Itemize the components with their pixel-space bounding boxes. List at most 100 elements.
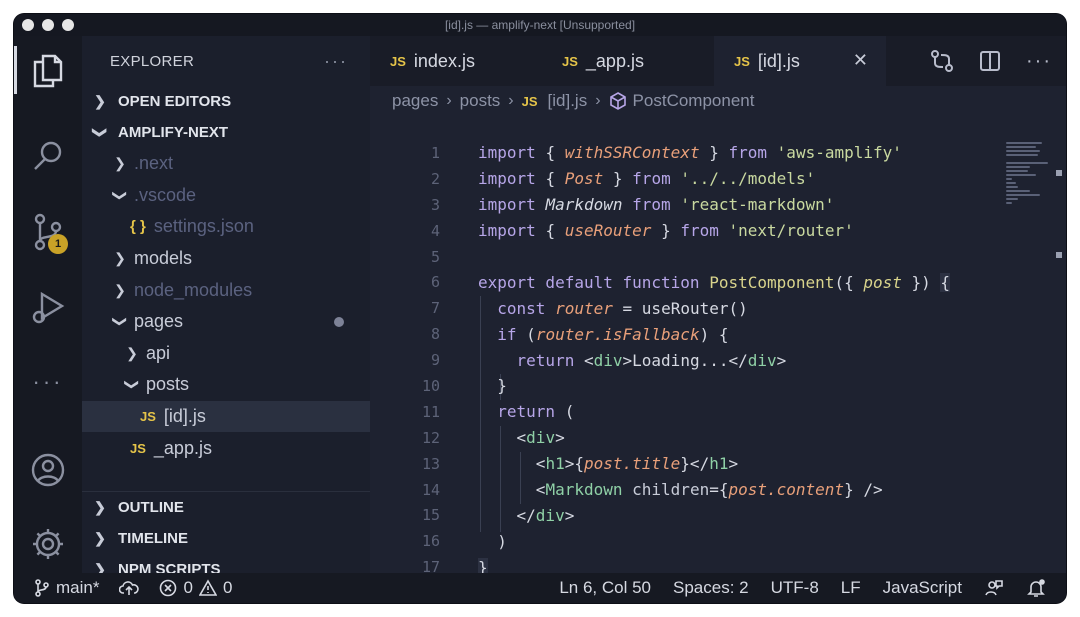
notifications-bell-icon[interactable] bbox=[1026, 578, 1046, 598]
code-line: 3 import Markdown from 'react-markdown' bbox=[430, 195, 835, 215]
close-tab-button[interactable]: ✕ bbox=[853, 50, 868, 71]
tree-item-app-js[interactable]: JS _app.js bbox=[82, 432, 370, 464]
chevron-down-icon: ❯ bbox=[124, 379, 141, 391]
code-line: 5 bbox=[430, 247, 440, 266]
breadcrumb-symbol[interactable]: PostComponent bbox=[633, 91, 755, 111]
chevron-right-icon: › bbox=[508, 92, 514, 109]
project-section[interactable]: ❯ AMPLIFY-NEXT bbox=[82, 117, 370, 148]
warning-count: 0 bbox=[222, 578, 233, 597]
code-line: 8 if (router.isFallback) { bbox=[430, 324, 729, 344]
encoding-status[interactable]: UTF-8 bbox=[771, 578, 819, 598]
tree-item-vscode[interactable]: ❯ .vscode bbox=[82, 180, 370, 212]
tree-item-settings-json[interactable]: { } settings.json bbox=[82, 211, 370, 243]
explorer-title: EXPLORER bbox=[110, 52, 195, 70]
run-debug-icon bbox=[32, 291, 65, 324]
breadcrumb-posts[interactable]: posts bbox=[460, 91, 501, 111]
code-editor[interactable]: 1 import { withSSRContext } from 'aws-amp… bbox=[370, 140, 990, 592]
chevron-down-icon: ❯ bbox=[92, 126, 109, 139]
status-right: Ln 6, Col 50 Spaces: 2 UTF-8 LF JavaScri… bbox=[559, 578, 1046, 598]
breadcrumb-pages[interactable]: pages bbox=[392, 91, 438, 111]
js-file-icon: JS bbox=[390, 53, 406, 69]
tab-app-js[interactable]: JS _app.js bbox=[542, 36, 714, 86]
tree-item-id-js[interactable]: JS [id].js bbox=[82, 400, 370, 433]
breadcrumb-file[interactable]: [id].js bbox=[548, 91, 588, 111]
chevron-right-icon: ❯ bbox=[114, 281, 126, 298]
scrollbar-marker bbox=[1056, 170, 1062, 176]
branch-status[interactable]: main* bbox=[34, 578, 99, 598]
js-file-icon: JS bbox=[562, 53, 578, 69]
run-debug-activity[interactable] bbox=[14, 280, 82, 336]
minimap[interactable] bbox=[1006, 140, 1054, 230]
close-window-button[interactable] bbox=[22, 19, 34, 31]
code-line: 10 } bbox=[421, 376, 507, 396]
open-changes-icon[interactable] bbox=[930, 49, 954, 73]
tree-item-posts[interactable]: ❯ posts bbox=[82, 369, 370, 401]
chevron-right-icon: ❯ bbox=[94, 93, 106, 109]
timeline-section[interactable]: ❯ TIMELINE bbox=[82, 523, 370, 554]
scrollbar-marker bbox=[1056, 252, 1062, 258]
npm-scripts-section[interactable]: ❯ NPM SCRIPTS bbox=[82, 554, 370, 573]
activity-bar: 1 ··· bbox=[14, 36, 82, 573]
source-control-activity[interactable]: 1 bbox=[14, 204, 82, 260]
code-line: 7 const router = useRouter() bbox=[430, 298, 748, 318]
chevron-right-icon: ❯ bbox=[114, 155, 126, 172]
minimize-window-button[interactable] bbox=[42, 19, 54, 31]
tab-id-js[interactable]: JS [id].js ✕ bbox=[714, 36, 886, 86]
outline-section[interactable]: ❯ OUTLINE bbox=[82, 492, 370, 523]
code-line: 2 import { Post } from '../../models' bbox=[430, 169, 816, 189]
error-count: 0 bbox=[183, 578, 193, 597]
breadcrumb: pages › posts › JS [id].js › PostCompone… bbox=[370, 86, 1066, 116]
project-label: AMPLIFY-NEXT bbox=[118, 124, 229, 141]
cursor-position[interactable]: Ln 6, Col 50 bbox=[559, 578, 651, 598]
problems-status[interactable]: 0 0 bbox=[159, 578, 232, 598]
sync-status[interactable] bbox=[119, 580, 140, 596]
code-line: 14 <Markdown children={post.content} /> bbox=[421, 480, 883, 500]
more-actions-icon[interactable]: ··· bbox=[1026, 50, 1052, 73]
code-line: 12 <div> bbox=[421, 428, 565, 448]
chevron-right-icon: › bbox=[446, 92, 452, 109]
open-editors-section[interactable]: ❯ OPEN EDITORS bbox=[82, 86, 370, 117]
status-bar: main* 0 0 Ln 6, Col 50 Spaces: 2 UTF-8 L… bbox=[14, 573, 1066, 603]
tree-item-next[interactable]: ❯ .next bbox=[82, 148, 370, 180]
code-line: 1 import { withSSRContext } from 'aws-amp… bbox=[430, 143, 902, 163]
chevron-right-icon: › bbox=[595, 92, 601, 109]
accounts-activity[interactable] bbox=[14, 442, 82, 498]
code-line: 6 export default function PostComponent({… bbox=[430, 272, 951, 292]
vscode-window: [id].js — amplify-next [Unsupported] 1 ·… bbox=[14, 14, 1066, 603]
editor-actions: ··· bbox=[930, 36, 1052, 86]
editor-tabs: JS index.js JS _app.js JS [id].js ✕ ··· bbox=[370, 36, 1066, 86]
eol-status[interactable]: LF bbox=[841, 578, 861, 598]
modified-dot-icon bbox=[334, 316, 344, 327]
explorer-more-button[interactable]: ··· bbox=[324, 51, 348, 72]
open-editors-label: OPEN EDITORS bbox=[118, 93, 232, 110]
chevron-down-icon: ❯ bbox=[112, 189, 129, 202]
code-line: 13 <h1>{post.title}</h1> bbox=[421, 454, 739, 474]
title-bar: [id].js — amplify-next [Unsupported] bbox=[14, 14, 1066, 36]
cloud-upload-icon bbox=[119, 581, 140, 595]
feedback-icon[interactable] bbox=[984, 578, 1004, 598]
chevron-right-icon: ❯ bbox=[94, 499, 106, 515]
code-line: 4 import { useRouter } from 'next/router' bbox=[430, 221, 854, 241]
search-activity[interactable] bbox=[14, 128, 82, 184]
tree-item-node-modules[interactable]: ❯ node_modules bbox=[82, 274, 370, 306]
tab-index-js[interactable]: JS index.js bbox=[370, 36, 542, 86]
sidebar-bottom-sections: ❯ OUTLINE ❯ TIMELINE ❯ NPM SCRIPTS bbox=[82, 491, 370, 573]
tree-item-models[interactable]: ❯ models bbox=[82, 243, 370, 275]
indentation-status[interactable]: Spaces: 2 bbox=[673, 578, 749, 598]
chevron-right-icon: ❯ bbox=[126, 344, 138, 361]
manage-activity[interactable] bbox=[14, 516, 82, 572]
ellipsis-icon: ··· bbox=[32, 369, 64, 394]
maximize-window-button[interactable] bbox=[62, 19, 74, 31]
chevron-right-icon: ❯ bbox=[94, 530, 106, 546]
tree-item-api[interactable]: ❯ api bbox=[82, 338, 370, 370]
language-mode[interactable]: JavaScript bbox=[883, 578, 962, 598]
explorer-activity[interactable] bbox=[14, 42, 82, 98]
tree-item-pages[interactable]: ❯ pages bbox=[82, 306, 370, 338]
split-editor-icon[interactable] bbox=[978, 49, 1002, 73]
chevron-down-icon: ❯ bbox=[112, 315, 129, 328]
js-file-icon: JS bbox=[734, 53, 750, 69]
explorer-sidebar: EXPLORER ··· ❯ OPEN EDITORS ❯ AMPLIFY-NE… bbox=[82, 36, 370, 573]
more-activity[interactable]: ··· bbox=[14, 354, 82, 410]
code-line: 9 return <div>Loading...</div> bbox=[430, 350, 787, 370]
js-file-icon: JS bbox=[130, 440, 146, 456]
